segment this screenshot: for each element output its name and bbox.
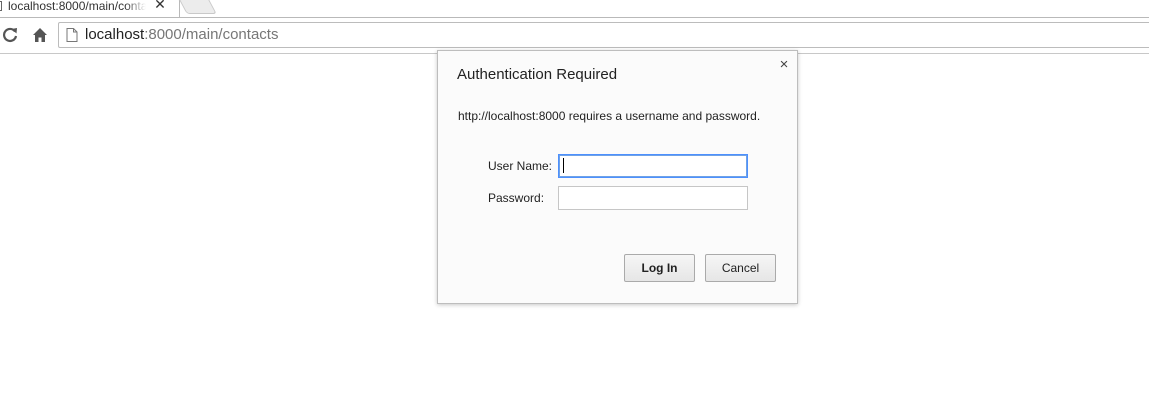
text-cursor [563, 158, 564, 173]
password-label: Password: [488, 191, 545, 205]
tab-title: localhost:8000/main/contacts [8, 0, 146, 13]
login-button[interactable]: Log In [624, 254, 695, 282]
username-label: User Name: [488, 159, 553, 173]
password-input[interactable] [558, 186, 748, 210]
browser-toolbar: localhost:8000/main/contacts [0, 17, 1149, 54]
browser-window: localhost:8000/main/contacts ✕ localhost… [0, 0, 1149, 399]
home-icon[interactable] [30, 25, 50, 45]
tab-strip: localhost:8000/main/contacts ✕ [0, 0, 1149, 17]
browser-tab[interactable]: localhost:8000/main/contacts ✕ [0, 0, 180, 17]
auth-dialog: Authentication Required × http://localho… [437, 50, 798, 304]
url-path: :8000/main/contacts [144, 26, 279, 43]
new-tab-button[interactable] [177, 0, 217, 14]
dialog-message: http://localhost:8000 requires a usernam… [458, 109, 761, 123]
close-icon[interactable]: × [777, 57, 791, 73]
tab-close-icon[interactable]: ✕ [153, 0, 167, 11]
url-host: localhost [85, 26, 145, 43]
reload-icon[interactable] [0, 25, 20, 45]
address-bar[interactable]: localhost:8000/main/contacts [58, 22, 1149, 48]
page-icon [66, 28, 78, 42]
username-input[interactable] [558, 154, 748, 178]
dialog-title: Authentication Required [457, 66, 618, 83]
url-text: localhost:8000/main/contacts [85, 26, 278, 44]
page-favicon-icon [0, 1, 2, 11]
cancel-button[interactable]: Cancel [705, 254, 776, 282]
